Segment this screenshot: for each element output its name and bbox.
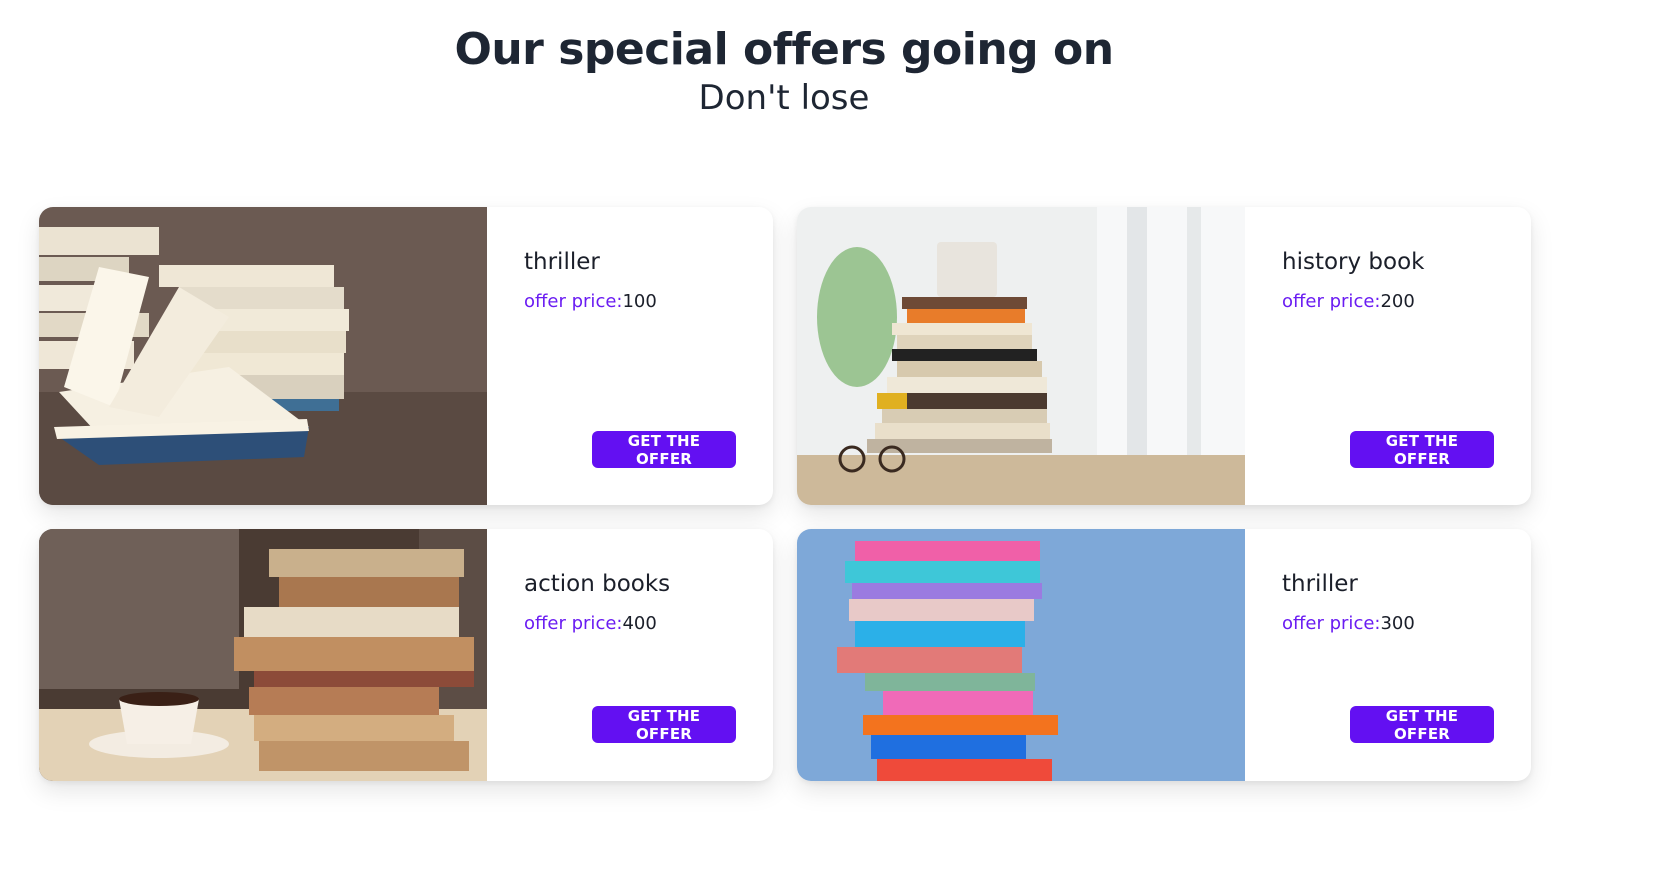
book-name: action books — [524, 571, 671, 597]
page-title: Our special offers going on — [454, 24, 1114, 75]
offer-price: offer price:200 — [1282, 291, 1415, 313]
open-book-stack-image — [39, 207, 487, 505]
offer-card-body: action books offer price:400 GET THE OFF… — [487, 529, 773, 781]
offer-price: offer price:100 — [524, 291, 657, 313]
offer-price-label: offer price: — [1282, 613, 1381, 634]
colorful-book-stack-image — [797, 529, 1245, 781]
offer-card-thriller-2: thriller offer price:300 GET THE OFFER — [797, 529, 1531, 781]
offers-header: Our special offers going on Don't lose — [0, 22, 1568, 118]
offer-card-body: history book offer price:200 GET THE OFF… — [1245, 207, 1531, 505]
offer-price-label: offer price: — [1282, 291, 1381, 312]
offer-card-action-books: action books offer price:400 GET THE OFF… — [39, 529, 773, 781]
book-name: thriller — [524, 249, 600, 275]
offer-price-value: 400 — [622, 613, 657, 634]
get-offer-button[interactable]: GET THE OFFER — [592, 706, 736, 743]
book-stack-with-cup-image — [39, 529, 487, 781]
get-offer-button[interactable]: GET THE OFFER — [592, 431, 736, 468]
offer-price-value: 100 — [622, 291, 657, 312]
offer-card-history-book: history book offer price:200 GET THE OFF… — [797, 207, 1531, 505]
book-name: thriller — [1282, 571, 1358, 597]
get-offer-button[interactable]: GET THE OFFER — [1350, 431, 1494, 468]
get-offer-button[interactable]: GET THE OFFER — [1350, 706, 1494, 743]
offer-price-value: 300 — [1380, 613, 1415, 634]
book-name: history book — [1282, 249, 1425, 275]
book-stack-with-mug-image — [797, 207, 1245, 505]
offer-card-body: thriller offer price:100 GET THE OFFER — [487, 207, 773, 505]
page-subtitle: Don't lose — [698, 78, 870, 118]
offer-price-value: 200 — [1380, 291, 1415, 312]
offer-card-body: thriller offer price:300 GET THE OFFER — [1245, 529, 1531, 781]
offer-card-thriller: thriller offer price:100 GET THE OFFER — [39, 207, 773, 505]
offer-price: offer price:300 — [1282, 613, 1415, 635]
offer-price-label: offer price: — [524, 613, 623, 634]
offer-price-label: offer price: — [524, 291, 623, 312]
offer-price: offer price:400 — [524, 613, 657, 635]
